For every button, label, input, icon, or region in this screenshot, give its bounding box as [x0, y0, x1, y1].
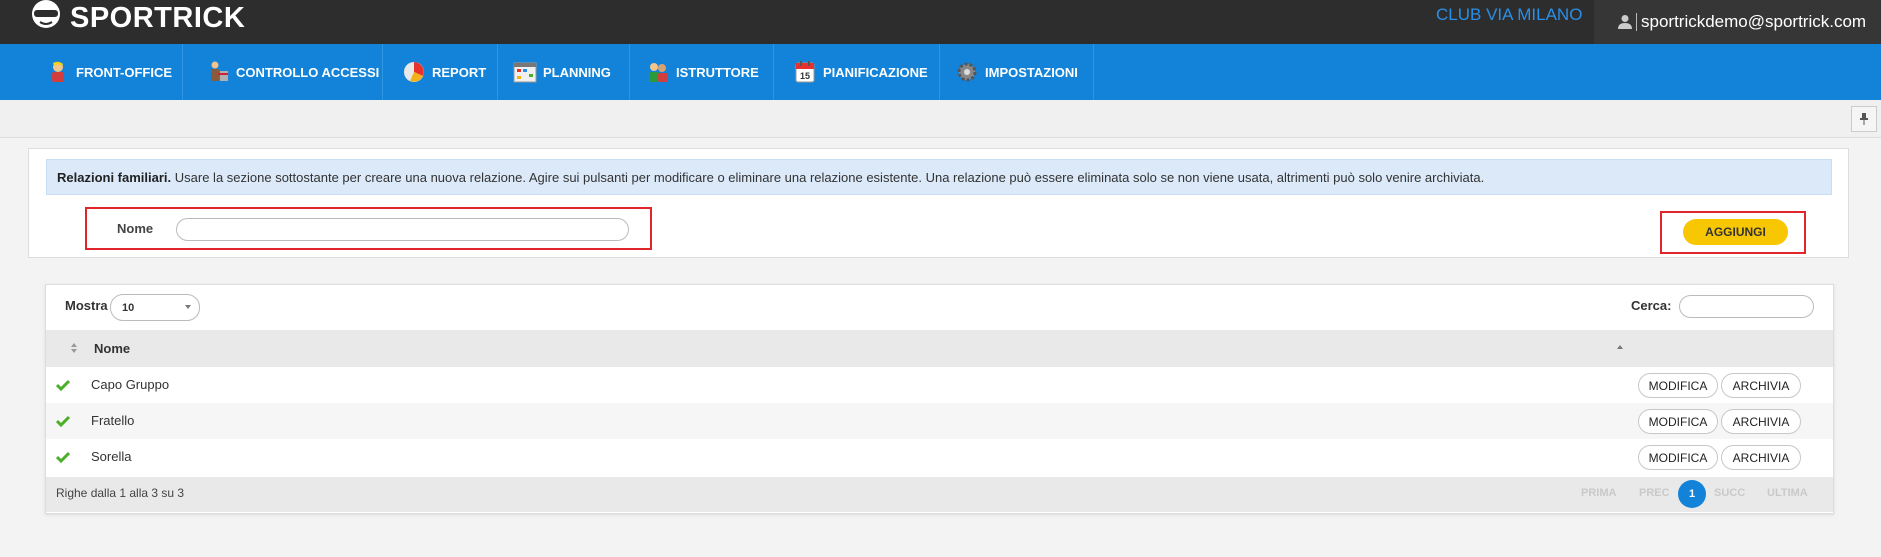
turnstile-icon — [211, 61, 228, 81]
add-button[interactable]: AGGIUNGI — [1683, 219, 1788, 245]
nav-item-istruttore[interactable]: ISTRUTTORE — [631, 44, 774, 100]
pagination-current[interactable]: 1 — [1678, 480, 1706, 508]
user-icon — [1618, 15, 1632, 29]
user-email: sportrickdemo@sportrick.com — [1636, 13, 1866, 31]
nav-label: CONTROLLO ACCESSI — [236, 64, 380, 80]
nav-item-impostazioni[interactable]: IMPOSTAZIONI — [941, 44, 1094, 100]
pagination-last[interactable]: ULTIMA — [1767, 487, 1808, 499]
check-icon — [56, 379, 70, 392]
club-link[interactable]: CLUB VIA MILANO — [1436, 5, 1582, 25]
logo[interactable]: SPORTRICK — [28, 0, 245, 36]
archive-button[interactable]: ARCHIVIA — [1721, 409, 1801, 434]
nav-item-planning[interactable]: PLANNING — [499, 44, 630, 100]
gear-icon — [957, 62, 977, 82]
pagination-next[interactable]: SUCC — [1714, 487, 1745, 499]
sort-arrows-icon — [71, 343, 77, 353]
top-bar: SPORTRICK CLUB VIA MILANO sportrickdemo@… — [0, 0, 1881, 44]
sort-asc-icon[interactable] — [1617, 345, 1623, 349]
calendar-grid-icon — [513, 62, 537, 83]
row-nome: Sorella — [91, 449, 132, 464]
logo-mascot-icon — [32, 0, 60, 28]
pie-chart-icon — [404, 62, 424, 82]
edit-button[interactable]: MODIFICA — [1638, 409, 1718, 434]
archive-button[interactable]: ARCHIVIA — [1721, 373, 1801, 398]
pin-icon — [1860, 113, 1868, 125]
nav-item-report[interactable]: REPORT — [384, 44, 498, 100]
nav-label: ISTRUTTORE — [676, 64, 759, 80]
check-icon — [56, 415, 70, 428]
table-row: Sorella MODIFICA ARCHIVIA — [46, 439, 1833, 475]
instructor-icon — [649, 63, 668, 82]
nav-item-pianificazione[interactable]: 15 PIANIFICAZIONE — [775, 44, 940, 100]
calendar-icon: 15 — [795, 61, 815, 83]
info-title: Relazioni familiari. — [57, 170, 172, 185]
sort-icon[interactable] — [70, 342, 78, 355]
svg-text:15: 15 — [800, 71, 810, 81]
edit-button[interactable]: MODIFICA — [1638, 373, 1718, 398]
check-icon — [56, 451, 70, 464]
nav-label: IMPOSTAZIONI — [985, 64, 1078, 80]
page-size-label: Mostra — [65, 298, 108, 313]
column-header-nome[interactable]: Nome — [94, 341, 130, 356]
archive-button[interactable]: ARCHIVIA — [1721, 445, 1801, 470]
search-input[interactable] — [1679, 295, 1814, 318]
nav-label: PIANIFICAZIONE — [823, 64, 928, 80]
search-label: Cerca: — [1631, 298, 1672, 313]
user-menu[interactable]: sportrickdemo@sportrick.com — [1594, 0, 1881, 44]
pagination-prev[interactable]: PREC — [1639, 487, 1670, 499]
row-nome: Fratello — [91, 413, 135, 428]
table-header — [46, 330, 1833, 367]
nav-label: FRONT-OFFICE — [76, 64, 173, 80]
nav-item-front-office[interactable]: FRONT-OFFICE — [28, 44, 183, 100]
chevron-down-icon — [185, 305, 191, 309]
info-text: Usare la sezione sottostante per creare … — [171, 170, 1485, 185]
table-row: Fratello MODIFICA ARCHIVIA — [46, 403, 1833, 439]
pagination-first[interactable]: PRIMA — [1581, 487, 1616, 499]
person-icon — [52, 61, 64, 82]
nav-label: REPORT — [432, 64, 487, 80]
sub-toolbar — [0, 100, 1881, 138]
nav-label: PLANNING — [543, 64, 611, 80]
nome-label: Nome — [117, 221, 154, 236]
pin-button[interactable] — [1851, 106, 1877, 132]
nome-input[interactable] — [176, 218, 629, 241]
main-nav: FRONT-OFFICE CONTROLLO ACCESSI REPORT PL… — [0, 44, 1881, 100]
table-row: Capo Gruppo MODIFICA ARCHIVIA — [46, 367, 1833, 403]
logo-text: SPORTRICK — [70, 1, 246, 34]
edit-button[interactable]: MODIFICA — [1638, 445, 1718, 470]
nav-item-controllo-accessi[interactable]: CONTROLLO ACCESSI — [184, 44, 383, 100]
rows-info: Righe dalla 1 alla 3 su 3 — [56, 486, 185, 500]
table-footer — [46, 477, 1833, 512]
row-nome: Capo Gruppo — [91, 377, 170, 392]
info-banner: Relazioni familiari. Usare la sezione so… — [46, 159, 1832, 195]
